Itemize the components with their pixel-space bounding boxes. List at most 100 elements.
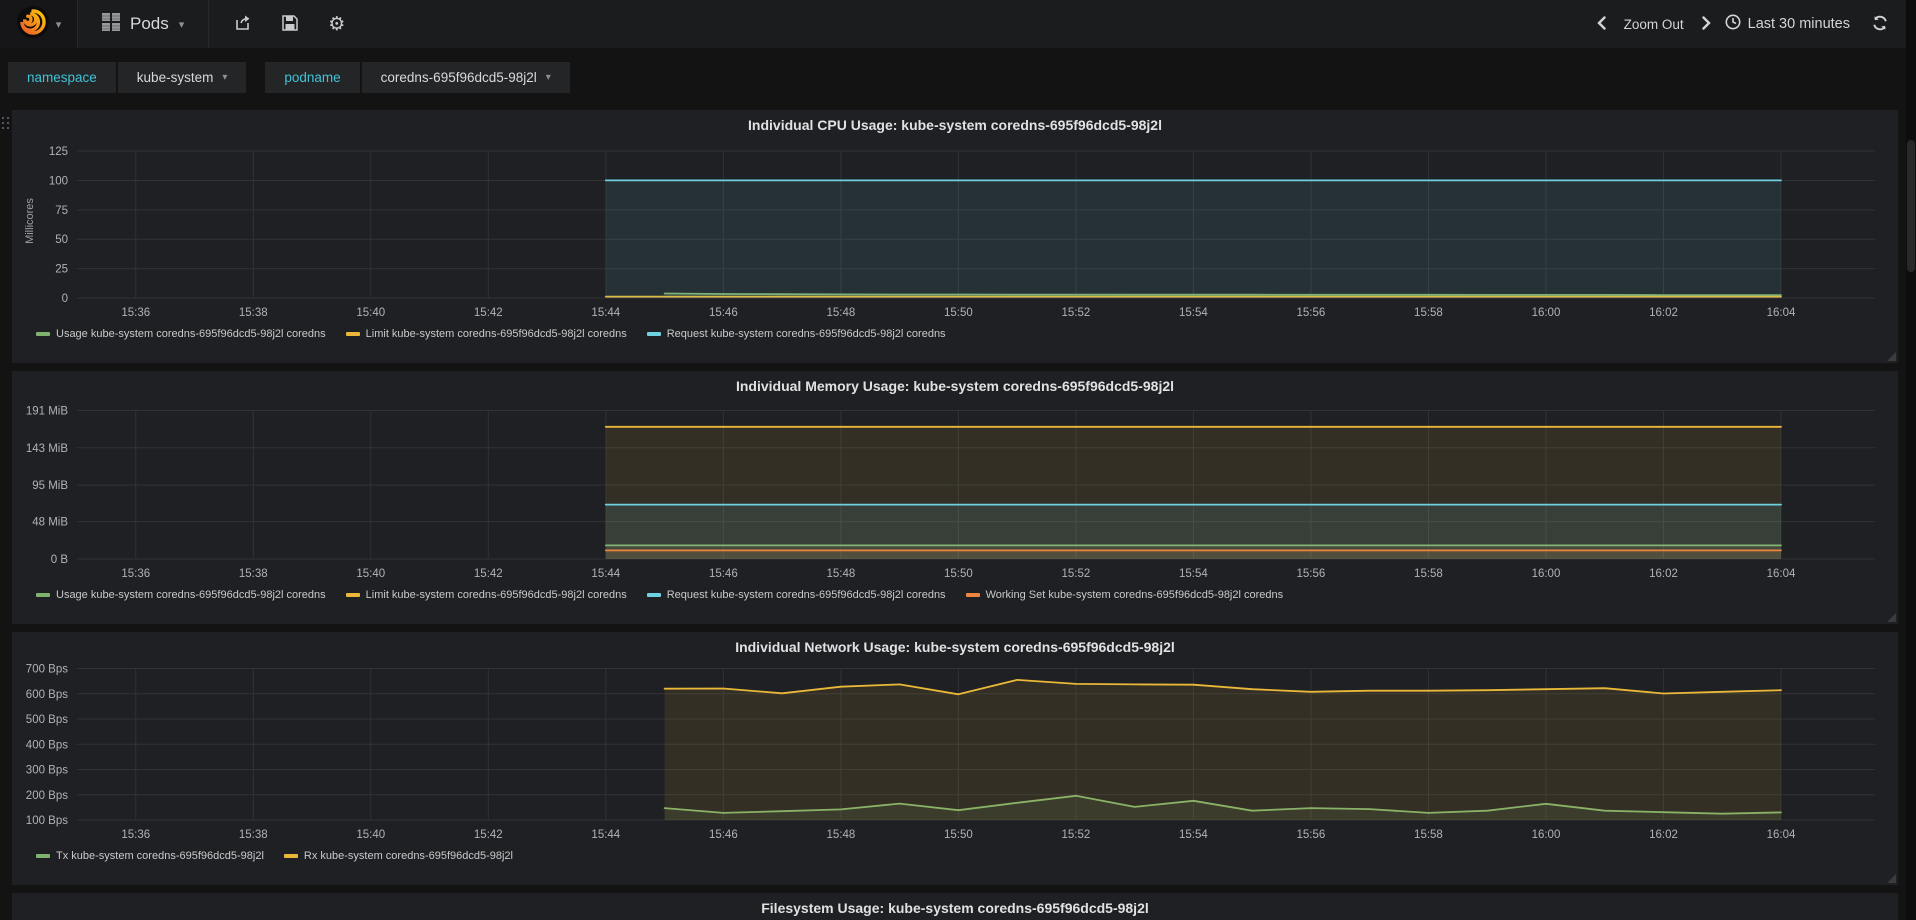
panel-resize-handle[interactable] — [1887, 352, 1896, 361]
legend-item-working-set[interactable]: Working Set kube-system coredns-695f96dc… — [965, 589, 1284, 601]
memory-chart-legend: Usage kube-system coredns-695f96dcd5-98j… — [20, 585, 1890, 605]
variable-namespace: namespace kube-system ▾ — [8, 62, 247, 93]
y-tick-label: 100 Bps — [26, 815, 68, 827]
save-button[interactable] — [282, 14, 299, 34]
top-navbar: ▾ Pods ▾ ⚙ Zoom Out Last 30 minutes — [0, 0, 1916, 48]
x-tick-label: 15:56 — [1297, 307, 1326, 319]
panel-individual-cpu-usage: Individual CPU Usage: kube-system coredn… — [12, 110, 1898, 363]
legend-color-swatch — [36, 593, 50, 597]
y-tick-label: 200 Bps — [26, 790, 68, 802]
time-shift-forward-button[interactable] — [1701, 15, 1711, 33]
x-tick-label: 15:40 — [356, 568, 385, 580]
grafana-logo-icon — [16, 5, 50, 44]
row-drag-handle[interactable] — [2, 117, 9, 129]
x-tick-label: 15:44 — [591, 829, 620, 841]
dashboard-title: Pods — [130, 14, 169, 33]
panel-resize-handle[interactable] — [1887, 613, 1896, 622]
clock-icon — [1725, 14, 1741, 34]
variable-namespace-value-dropdown[interactable]: kube-system ▾ — [117, 62, 247, 93]
memory-usage-chart[interactable]: 0 B 48 MiB 95 MiB 143 MiB 191 MiB 15:36 15:38 1… — [20, 397, 1890, 585]
legend-item-usage[interactable]: Usage kube-system coredns-695f96dcd5-98j… — [36, 589, 326, 601]
dashboard-title-picker[interactable]: Pods ▾ — [78, 0, 210, 48]
x-tick-label: 15:58 — [1414, 568, 1443, 580]
panel-resize-handle[interactable] — [1887, 874, 1896, 883]
navbar-time-controls: Zoom Out Last 30 minutes — [1596, 14, 1916, 34]
legend-label: Usage kube-system coredns-695f96dcd5-98j… — [56, 589, 326, 601]
legend-label: Working Set kube-system coredns-695f96dc… — [985, 589, 1284, 601]
legend-label: Limit kube-system coredns-695f96dcd5-98j… — [365, 589, 627, 601]
x-tick-label: 16:02 — [1649, 307, 1678, 319]
x-tick-label: 15:36 — [121, 829, 150, 841]
x-tick-label: 15:42 — [474, 829, 503, 841]
x-tick-label: 15:46 — [709, 568, 738, 580]
network-usage-chart[interactable]: 100 Bps 200 Bps 300 Bps 400 Bps 500 Bps 600 B… — [20, 658, 1890, 846]
navbar-actions: ⚙ — [209, 14, 371, 34]
y-tick-label: 48 MiB — [32, 517, 68, 529]
time-range-picker[interactable]: Last 30 minutes — [1725, 14, 1850, 34]
legend-item-tx[interactable]: Tx kube-system coredns-695f96dcd5-98j2l — [36, 850, 264, 862]
panel-title[interactable]: Individual CPU Usage: kube-system coredn… — [20, 110, 1890, 136]
x-tick-label: 15:40 — [356, 307, 385, 319]
legend-label: Rx kube-system coredns-695f96dcd5-98j2l — [303, 850, 513, 862]
grafana-menu-button[interactable]: ▾ — [0, 0, 78, 48]
template-variables-row: namespace kube-system ▾ podname coredns-… — [0, 48, 1916, 105]
refresh-icon — [1872, 15, 1888, 34]
refresh-button[interactable] — [1872, 15, 1888, 34]
x-tick-label: 15:58 — [1414, 307, 1443, 319]
legend-item-limit[interactable]: Limit kube-system coredns-695f96dcd5-98j… — [345, 589, 627, 601]
panel-filesystem-usage: Filesystem Usage: kube-system coredns-69… — [12, 893, 1898, 920]
cpu-usage-chart[interactable]: 0 25 50 75 100 125 15:36 15:38 15:40 15:42 15:44 15… — [20, 136, 1890, 324]
chevron-down-icon: ▾ — [222, 72, 228, 83]
x-tick-label: 16:00 — [1532, 568, 1561, 580]
panel-title[interactable]: Individual Network Usage: kube-system co… — [20, 632, 1890, 658]
variable-podname-label: podname — [265, 62, 360, 93]
legend-item-request[interactable]: Request kube-system coredns-695f96dcd5-9… — [646, 589, 946, 601]
panel-title[interactable]: Filesystem Usage: kube-system coredns-69… — [20, 893, 1890, 919]
x-tick-label: 15:54 — [1179, 307, 1208, 319]
variable-namespace-label: namespace — [8, 62, 116, 93]
variable-podname-value: coredns-695f96dcd5-98j2l — [380, 70, 537, 85]
network-chart-legend: Tx kube-system coredns-695f96dcd5-98j2l R… — [20, 846, 1890, 866]
series-fill-rx — [664, 679, 1781, 820]
x-tick-label: 15:50 — [944, 568, 973, 580]
dashboard-panels: Individual CPU Usage: kube-system coredn… — [0, 105, 1916, 920]
dashboard-grid-icon — [102, 12, 120, 36]
legend-item-limit[interactable]: Limit kube-system coredns-695f96dcd5-98j… — [345, 328, 627, 340]
zoom-out-button[interactable]: Zoom Out — [1624, 17, 1684, 32]
legend-item-rx[interactable]: Rx kube-system coredns-695f96dcd5-98j2l — [283, 850, 513, 862]
panel-individual-memory-usage: Individual Memory Usage: kube-system cor… — [12, 371, 1898, 624]
scrollbar-thumb[interactable] — [1907, 140, 1915, 272]
legend-color-swatch — [345, 332, 360, 336]
y-tick-label: 0 — [62, 293, 68, 305]
x-tick-label: 16:04 — [1767, 829, 1796, 841]
variable-podname-value-dropdown[interactable]: coredns-695f96dcd5-98j2l ▾ — [361, 62, 570, 93]
x-tick-label: 15:38 — [239, 829, 268, 841]
y-tick-label: 500 Bps — [26, 714, 68, 726]
x-tick-label: 15:52 — [1061, 829, 1090, 841]
x-tick-label: 16:04 — [1767, 568, 1796, 580]
share-button[interactable] — [235, 14, 252, 34]
x-tick-label: 15:48 — [826, 307, 855, 319]
y-tick-label: 300 Bps — [26, 765, 68, 777]
legend-item-request[interactable]: Request kube-system coredns-695f96dcd5-9… — [646, 328, 946, 340]
x-tick-label: 15:48 — [826, 568, 855, 580]
x-tick-label: 15:54 — [1179, 568, 1208, 580]
x-tick-label: 16:04 — [1767, 307, 1796, 319]
x-tick-label: 15:42 — [474, 568, 503, 580]
page-scrollbar[interactable] — [1906, 0, 1916, 920]
y-tick-label: 125 — [49, 146, 68, 158]
time-shift-back-button[interactable] — [1596, 15, 1606, 33]
x-tick-label: 15:48 — [826, 829, 855, 841]
legend-color-swatch — [36, 332, 50, 336]
y-tick-label: 50 — [55, 234, 68, 246]
y-tick-label: 400 Bps — [26, 739, 68, 751]
x-tick-label: 15:38 — [239, 568, 268, 580]
x-tick-label: 15:38 — [239, 307, 268, 319]
settings-button[interactable]: ⚙ — [328, 14, 345, 34]
x-tick-label: 15:42 — [474, 307, 503, 319]
chevron-left-icon — [1596, 15, 1606, 33]
y-tick-label: 95 MiB — [32, 480, 68, 492]
legend-item-usage[interactable]: Usage kube-system coredns-695f96dcd5-98j… — [36, 328, 326, 340]
panel-title[interactable]: Individual Memory Usage: kube-system cor… — [20, 371, 1890, 397]
series-fill-request — [605, 180, 1781, 298]
